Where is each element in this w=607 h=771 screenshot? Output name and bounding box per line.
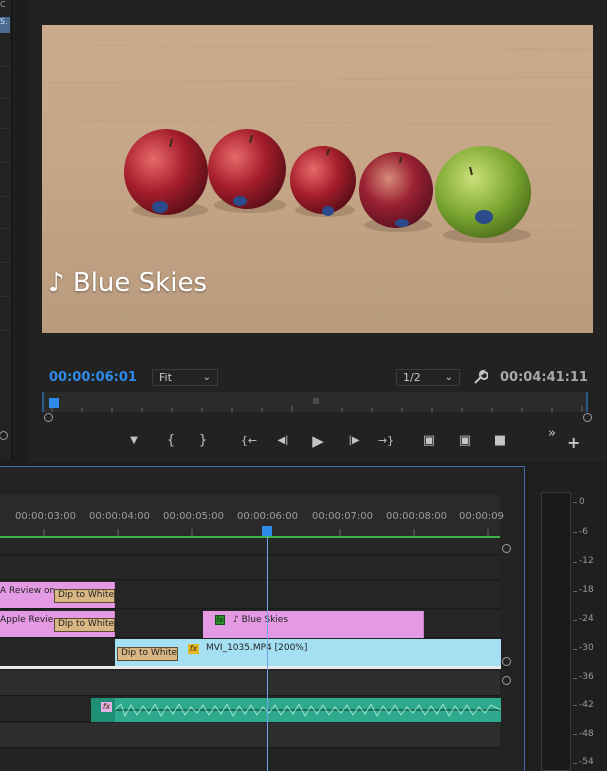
zoom-value: Fit xyxy=(159,371,172,384)
ruler-label: 00:00:05:00 xyxy=(163,511,225,522)
meter-label: -24 xyxy=(579,614,594,624)
scroll-handle[interactable] xyxy=(502,676,511,685)
current-timecode[interactable]: 00:00:06:01 xyxy=(49,370,137,385)
wrench-icon[interactable] xyxy=(472,369,489,385)
meter-label: -30 xyxy=(579,643,594,653)
overlay-title-text: ♪ Blue Skies xyxy=(48,268,207,298)
mark-out-icon[interactable]: } xyxy=(194,432,212,450)
divider xyxy=(0,98,10,99)
audio-clip[interactable] xyxy=(91,698,501,722)
meter-tick xyxy=(573,763,577,764)
meter-tick xyxy=(573,532,577,533)
premiere-workspace: C S. ♪ Blue Skies 00:00:06:01 Fit ⌄ 1/2 … xyxy=(0,0,607,771)
audio-waveform xyxy=(91,702,501,718)
track-a1[interactable] xyxy=(0,671,500,696)
scroll-handle[interactable] xyxy=(502,544,511,553)
fx-icon: fx xyxy=(101,702,112,712)
chevron-down-icon: ⌄ xyxy=(202,372,211,383)
resolution-value: 1/2 xyxy=(403,371,421,384)
meter-tick xyxy=(573,591,577,592)
clip-label: A Review on xyxy=(0,586,56,596)
apple xyxy=(124,129,208,215)
scroll-handle[interactable] xyxy=(502,657,511,666)
ruler-label: 00:00:04:00 xyxy=(89,511,151,522)
meter-tick xyxy=(573,649,577,650)
scroll-handle[interactable] xyxy=(0,431,8,440)
ruler-label: 00:00:07:00 xyxy=(312,511,374,522)
meter-label: -42 xyxy=(579,700,594,710)
meter-label: -36 xyxy=(579,672,594,682)
project-panel-sliver: C S. xyxy=(0,0,12,460)
duration-timecode: 00:04:41:11 xyxy=(500,370,588,385)
clip-label: ♪ Blue Skies xyxy=(233,615,289,625)
meter-label: -6 xyxy=(579,527,588,537)
clip-edge xyxy=(0,666,501,669)
meter-label: -12 xyxy=(579,556,594,566)
scrub-playhead[interactable] xyxy=(49,398,59,408)
ruler-label: 00:00:06:00 xyxy=(237,511,299,522)
divider xyxy=(0,296,10,297)
divider xyxy=(0,262,10,263)
divider xyxy=(0,128,10,129)
meter-tick xyxy=(573,562,577,563)
lift-icon[interactable]: ▣ xyxy=(420,432,438,450)
chevron-down-icon: ⌄ xyxy=(444,372,453,383)
meter-label: -18 xyxy=(579,585,594,595)
transition-dip-to-white[interactable]: Dip to White xyxy=(54,618,115,632)
ruler-label: 00:00:09 xyxy=(459,511,504,522)
playhead-line xyxy=(267,530,268,771)
ruler-label: 00:00:03:00 xyxy=(15,511,77,522)
more-controls-icon[interactable]: » xyxy=(548,426,556,441)
go-to-in-icon[interactable]: {← xyxy=(238,432,260,450)
program-scrub-bar[interactable] xyxy=(42,392,588,412)
ruler-label: 00:00:08:00 xyxy=(386,511,448,522)
resolution-select[interactable]: 1/2 ⌄ xyxy=(396,369,460,386)
meter-label: 0 xyxy=(579,497,585,507)
track-v5[interactable] xyxy=(0,539,500,555)
work-area-bar[interactable] xyxy=(0,536,500,538)
clip-label: MVI_1035.MP4 [200%] xyxy=(206,643,308,653)
zoom-handle-left[interactable] xyxy=(44,413,53,422)
playhead[interactable] xyxy=(262,526,272,536)
clip-blue-skies[interactable]: fx ♪ Blue Skies xyxy=(203,611,424,638)
step-forward-icon[interactable]: |▶ xyxy=(343,432,365,450)
meter-tick xyxy=(573,734,577,735)
divider xyxy=(0,196,10,197)
selected-item-fragment[interactable]: S. xyxy=(0,17,10,33)
divider xyxy=(0,66,10,67)
divider xyxy=(0,162,10,163)
track-a3[interactable] xyxy=(0,723,500,748)
extract-icon[interactable]: ▣ xyxy=(456,432,474,450)
zoom-select[interactable]: Fit ⌄ xyxy=(152,369,218,386)
meter-tick xyxy=(573,678,577,679)
fx-icon: fx xyxy=(188,644,199,654)
divider xyxy=(0,330,10,331)
add-marker-icon[interactable]: ▼ xyxy=(125,432,143,450)
panel-tab-fragment[interactable]: C xyxy=(0,0,10,12)
transition-dip-to-white[interactable]: Dip to White xyxy=(54,589,115,603)
mark-in-icon[interactable]: { xyxy=(162,432,180,450)
clip-label: Apple Revie xyxy=(0,615,54,625)
step-back-icon[interactable]: ◀| xyxy=(272,432,294,450)
audio-meter-bar xyxy=(541,492,571,771)
export-frame-icon[interactable]: ■ xyxy=(491,432,509,450)
scrub-ticks xyxy=(42,392,588,412)
go-to-out-icon[interactable]: →} xyxy=(375,432,397,450)
meter-tick xyxy=(573,502,577,503)
fx-icon: fx xyxy=(215,615,225,625)
meter-tick xyxy=(573,705,577,706)
meter-tick xyxy=(573,620,577,621)
divider xyxy=(0,228,10,229)
meter-label: -48 xyxy=(579,729,594,739)
play-icon[interactable]: ▶ xyxy=(309,432,327,450)
button-editor-icon[interactable]: + xyxy=(567,433,580,452)
track-v4[interactable] xyxy=(0,556,500,580)
meter-label: -54 xyxy=(579,757,594,767)
zoom-handle-right[interactable] xyxy=(583,413,592,422)
transition-dip-to-white[interactable]: Dip to White xyxy=(117,647,178,661)
